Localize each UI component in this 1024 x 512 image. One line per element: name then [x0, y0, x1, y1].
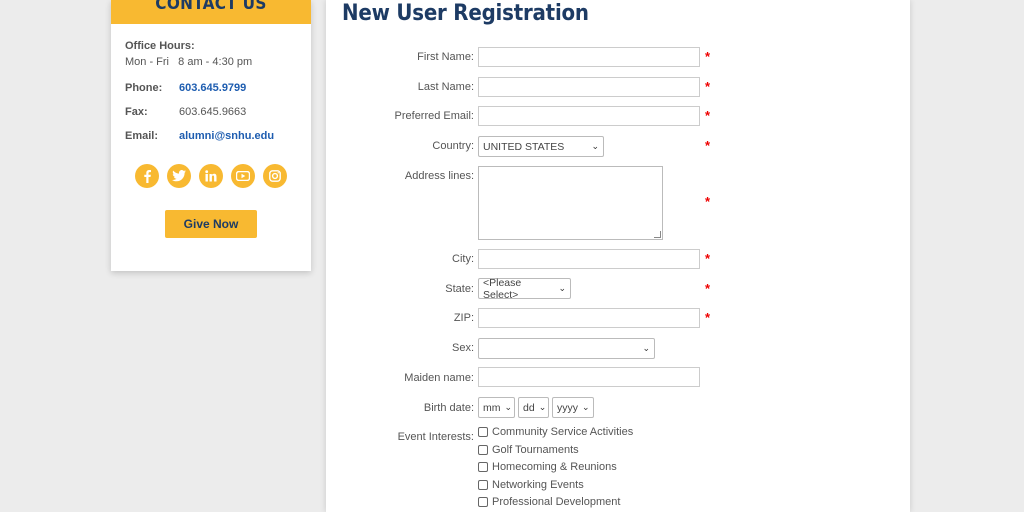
event-option-community-service[interactable]: Community Service Activities — [478, 426, 633, 438]
checkbox[interactable] — [478, 462, 488, 472]
event-option-label: Community Service Activities — [492, 426, 634, 438]
city-required-mark: * — [705, 251, 711, 266]
country-select[interactable]: UNITED STATES ⌄ — [478, 136, 604, 157]
birth-year-value: yyyy — [557, 401, 578, 414]
event-interests-label: Event Interests: — [397, 431, 474, 443]
sex-label: Sex: — [451, 342, 474, 354]
event-option-professional-development[interactable]: Professional Development — [478, 496, 620, 508]
event-option-label: Networking Events — [492, 479, 584, 491]
zip-required-mark: * — [705, 310, 711, 325]
event-option-label: Homecoming & Reunions — [492, 461, 617, 473]
birth-month-value: mm — [483, 401, 501, 414]
checkbox[interactable] — [478, 497, 488, 507]
email-link[interactable]: alumni@snhu.edu — [179, 130, 274, 142]
country-selected-value: UNITED STATES — [483, 140, 565, 153]
birth-date-label: Birth date: — [423, 402, 474, 414]
preferred-email-required-mark: * — [705, 108, 711, 123]
country-required-mark: * — [705, 138, 711, 153]
sex-select[interactable]: ⌄ — [478, 338, 655, 359]
birth-day-select[interactable]: dd ⌄ — [518, 397, 549, 418]
state-select[interactable]: <Please Select> ⌄ — [478, 276, 571, 301]
registration-panel: New User Registration First Name: * Last… — [326, 0, 910, 512]
page-title: New User Registration — [342, 1, 589, 26]
state-selected-value: <Please Select> — [483, 276, 522, 301]
preferred-email-input[interactable] — [478, 106, 700, 126]
state-required-mark: * — [705, 281, 711, 296]
contact-card: CONTACT US Office Hours: Mon - Fri 8 am … — [111, 0, 311, 271]
twitter-icon[interactable] — [167, 164, 191, 188]
checkbox[interactable] — [478, 427, 488, 437]
give-now-button[interactable]: Give Now — [165, 210, 257, 238]
event-option-golf[interactable]: Golf Tournaments — [478, 444, 579, 456]
fax-value: 603.645.9663 — [179, 106, 247, 118]
chevron-down-icon: ⌄ — [504, 402, 513, 412]
first-name-required-mark: * — [705, 49, 711, 64]
birth-month-select[interactable]: mm ⌄ — [478, 397, 515, 418]
birth-day-value: dd — [523, 401, 535, 414]
event-option-homecoming[interactable]: Homecoming & Reunions — [478, 461, 617, 473]
youtube-icon[interactable] — [231, 164, 255, 188]
instagram-icon[interactable] — [263, 164, 287, 188]
phone-link[interactable]: 603.645.9799 — [179, 82, 246, 94]
first-name-label: First Name: — [417, 51, 474, 63]
linkedin-icon[interactable] — [199, 164, 223, 188]
last-name-input[interactable] — [478, 77, 700, 97]
maiden-name-label: Maiden name: — [404, 372, 474, 384]
phone-label: Phone: — [125, 82, 163, 94]
checkbox[interactable] — [478, 480, 488, 490]
zip-input[interactable] — [478, 308, 700, 328]
event-option-label: Golf Tournaments — [492, 444, 579, 456]
chevron-down-icon: ⌄ — [582, 402, 590, 412]
chevron-down-icon: ⌄ — [591, 141, 599, 151]
social-links — [125, 164, 297, 188]
city-label: City: — [452, 253, 474, 265]
email-label: Email: — [125, 130, 159, 142]
first-name-input[interactable] — [478, 47, 700, 67]
last-name-required-mark: * — [705, 79, 711, 94]
maiden-name-input[interactable] — [478, 367, 700, 387]
address-required-mark: * — [705, 194, 711, 209]
resize-handle-icon[interactable] — [654, 231, 661, 238]
event-option-networking[interactable]: Networking Events — [478, 479, 584, 491]
event-option-label: Professional Development — [492, 496, 621, 508]
preferred-email-label: Preferred Email: — [394, 110, 474, 122]
address-textarea[interactable] — [478, 166, 663, 240]
office-hours-label: Office Hours: — [125, 40, 195, 52]
address-label: Address lines: — [404, 170, 474, 182]
chevron-down-icon: ⌄ — [558, 283, 566, 293]
chevron-down-icon: ⌄ — [642, 343, 650, 353]
office-hours-value: Mon - Fri 8 am - 4:30 pm — [125, 56, 253, 68]
contact-header: CONTACT US — [111, 0, 311, 24]
country-label: Country: — [432, 140, 474, 152]
state-label: State: — [445, 283, 474, 295]
last-name-label: Last Name: — [417, 81, 474, 93]
fax-label: Fax: — [125, 106, 148, 118]
city-input[interactable] — [478, 249, 700, 269]
facebook-icon[interactable] — [135, 164, 159, 188]
zip-label: ZIP: — [453, 312, 474, 324]
contact-header-title: CONTACT US — [155, 0, 267, 14]
chevron-down-icon: ⌄ — [538, 402, 547, 412]
checkbox[interactable] — [478, 445, 488, 455]
birth-year-select[interactable]: yyyy ⌄ — [552, 397, 594, 418]
